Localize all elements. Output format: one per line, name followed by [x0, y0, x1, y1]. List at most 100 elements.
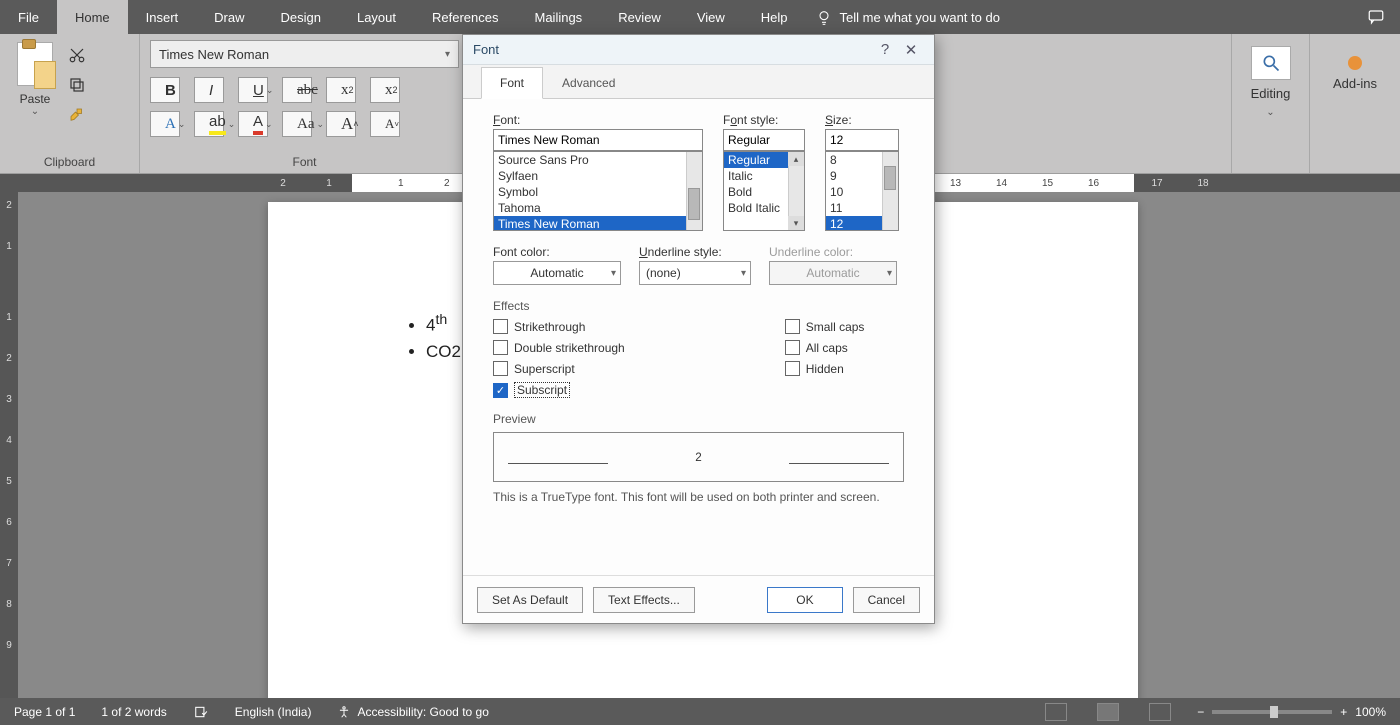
checkbox-subscript[interactable]: ✓Subscript: [493, 382, 625, 398]
cancel-button[interactable]: Cancel: [853, 587, 920, 613]
font-input[interactable]: [493, 129, 703, 151]
menu-references[interactable]: References: [414, 0, 516, 34]
menu-file[interactable]: File: [0, 0, 57, 34]
font-style-label: Font style:: [723, 113, 805, 127]
superscript-button[interactable]: x2: [370, 77, 400, 103]
list-item[interactable]: Sylfaen: [494, 168, 702, 184]
underline-style-combo[interactable]: (none)▾: [639, 261, 751, 285]
cut-button[interactable]: [66, 44, 88, 66]
ruler-vertical[interactable]: 21123456789: [0, 192, 18, 698]
paste-label: Paste: [20, 92, 51, 106]
subscript-button[interactable]: x2: [326, 77, 356, 103]
accessibility-icon: [337, 705, 351, 719]
font-color-button[interactable]: A⌄: [238, 111, 268, 137]
ribbon-group-font: Times New Roman ▾ B I U⌄ abc x2 x2 A⌄ ab…: [140, 34, 470, 173]
checkbox-strikethrough[interactable]: Strikethrough: [493, 319, 625, 334]
menu-insert[interactable]: Insert: [128, 0, 197, 34]
status-words[interactable]: 1 of 2 words: [101, 705, 166, 719]
scissors-icon: [68, 46, 86, 64]
brush-icon: [68, 106, 86, 124]
status-accessibility[interactable]: Accessibility: Good to go: [337, 705, 488, 719]
zoom-in-button[interactable]: +: [1340, 705, 1347, 719]
copy-button[interactable]: [66, 74, 88, 96]
menu-home[interactable]: Home: [57, 0, 128, 34]
menu-view[interactable]: View: [679, 0, 743, 34]
set-default-button[interactable]: Set As Default: [477, 587, 583, 613]
italic-button[interactable]: I: [194, 77, 224, 103]
ribbon-group-addins: Add-ins: [1310, 34, 1400, 173]
tell-me-search[interactable]: Tell me what you want to do: [816, 9, 1000, 25]
editing-button[interactable]: Editing ⌄: [1242, 40, 1299, 118]
font-style-input[interactable]: [723, 129, 805, 151]
menu-draw[interactable]: Draw: [196, 0, 262, 34]
menu-review[interactable]: Review: [600, 0, 679, 34]
grow-font-button[interactable]: A˄: [326, 111, 356, 137]
shrink-font-button[interactable]: A˅: [370, 111, 400, 137]
size-input[interactable]: [825, 129, 899, 151]
font-style-listbox[interactable]: RegularItalicBoldBold Italic▴▾: [723, 151, 805, 231]
dialog-titlebar[interactable]: Font ? ✕: [463, 35, 934, 65]
comments-icon[interactable]: [1366, 8, 1386, 26]
dialog-title: Font: [473, 42, 499, 57]
list-item[interactable]: Times New Roman: [494, 216, 702, 231]
font-name-value: Times New Roman: [159, 47, 269, 62]
underline-color-label: Underline color:: [769, 245, 897, 259]
tell-me-label: Tell me what you want to do: [840, 10, 1000, 25]
menu-help[interactable]: Help: [743, 0, 806, 34]
addins-button[interactable]: Add-ins: [1320, 40, 1390, 91]
status-language[interactable]: English (India): [235, 705, 312, 719]
preview-sample: 2: [695, 451, 701, 464]
strikethrough-button[interactable]: abc: [282, 77, 312, 103]
zoom-out-button[interactable]: −: [1197, 705, 1204, 719]
checkbox-icon: ✓: [493, 383, 508, 398]
view-print-button[interactable]: [1097, 703, 1119, 721]
checkbox-double-strikethrough[interactable]: Double strikethrough: [493, 340, 625, 355]
zoom-value[interactable]: 100%: [1355, 705, 1386, 719]
menu-mailings[interactable]: Mailings: [517, 0, 601, 34]
chevron-down-icon: ▾: [445, 49, 450, 60]
checkbox-small-caps[interactable]: Small caps: [785, 319, 865, 334]
list-item[interactable]: Source Sans Pro: [494, 152, 702, 168]
dialog-tabs: Font Advanced: [463, 65, 934, 99]
addins-icon: [1348, 56, 1362, 70]
format-painter-button[interactable]: [66, 104, 88, 126]
menu-layout[interactable]: Layout: [339, 0, 414, 34]
highlight-button[interactable]: ab⌄: [194, 111, 224, 137]
list-item[interactable]: Symbol: [494, 184, 702, 200]
checkbox-all-caps[interactable]: All caps: [785, 340, 865, 355]
size-label: Size:: [825, 113, 899, 127]
font-name-combo[interactable]: Times New Roman ▾: [150, 40, 459, 68]
dialog-close-button[interactable]: ✕: [898, 41, 924, 59]
search-icon: [1261, 53, 1281, 73]
scrollbar[interactable]: ▴▾: [788, 152, 804, 230]
dialog-help-button[interactable]: ?: [872, 41, 898, 58]
font-color-combo[interactable]: Automatic▾: [493, 261, 621, 285]
scrollbar[interactable]: [686, 152, 702, 230]
tab-advanced[interactable]: Advanced: [543, 67, 634, 98]
list-item[interactable]: Tahoma: [494, 200, 702, 216]
change-case-button[interactable]: Aa⌄: [282, 111, 312, 137]
text-effects-button[interactable]: A⌄: [150, 111, 180, 137]
status-page[interactable]: Page 1 of 1: [14, 705, 75, 719]
ok-button[interactable]: OK: [767, 587, 842, 613]
tab-font[interactable]: Font: [481, 67, 543, 99]
bold-button[interactable]: B: [150, 77, 180, 103]
text-effects-button[interactable]: Text Effects...: [593, 587, 695, 613]
checkbox-hidden[interactable]: Hidden: [785, 361, 865, 376]
status-spellcheck-icon[interactable]: [193, 705, 209, 719]
size-listbox[interactable]: 89101112: [825, 151, 899, 231]
zoom-slider[interactable]: [1212, 710, 1332, 714]
underline-button[interactable]: U⌄: [238, 77, 268, 103]
view-web-button[interactable]: [1149, 703, 1171, 721]
paste-button[interactable]: Paste ⌄: [10, 40, 60, 130]
preview-note: This is a TrueType font. This font will …: [493, 490, 904, 504]
effects-label: Effects: [493, 299, 904, 313]
scrollbar[interactable]: [882, 152, 898, 230]
checkbox-icon: [785, 361, 800, 376]
addins-label: Add-ins: [1333, 76, 1377, 91]
menu-design[interactable]: Design: [263, 0, 339, 34]
font-listbox[interactable]: Source Sans ProSylfaenSymbolTahomaTimes …: [493, 151, 703, 231]
preview-box: 2: [493, 432, 904, 482]
checkbox-superscript[interactable]: Superscript: [493, 361, 625, 376]
view-focus-button[interactable]: [1045, 703, 1067, 721]
